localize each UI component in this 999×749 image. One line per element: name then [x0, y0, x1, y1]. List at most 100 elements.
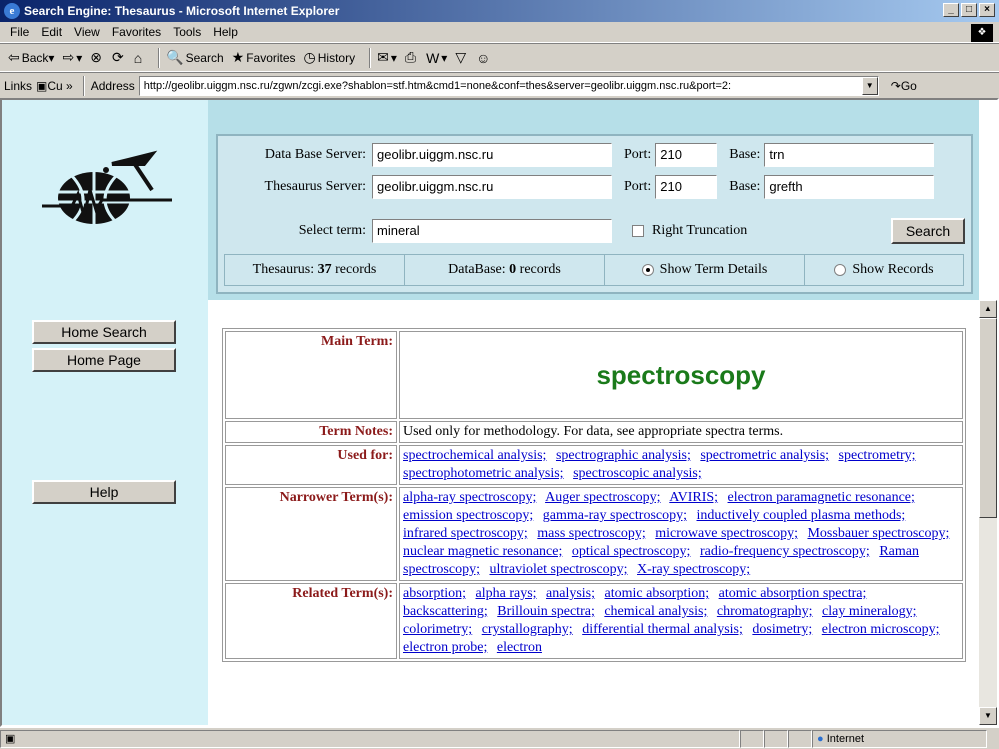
- term-link[interactable]: AVIRIS;: [669, 490, 718, 505]
- term-link[interactable]: X-ray spectroscopy;: [637, 562, 750, 577]
- term-link[interactable]: gamma-ray spectroscopy;: [543, 508, 687, 523]
- show-term-details-radio[interactable]: [641, 264, 654, 276]
- term-link[interactable]: crystallography;: [482, 622, 573, 637]
- term-link[interactable]: analysis;: [546, 586, 595, 601]
- toolbar-separator: [369, 47, 372, 68]
- address-label: Address: [90, 78, 135, 93]
- menu-tools[interactable]: Tools: [173, 25, 201, 39]
- show-records-radio[interactable]: [834, 264, 847, 276]
- term-link[interactable]: electron microscopy;: [822, 622, 940, 637]
- show-term-details-option[interactable]: Show Term Details: [605, 255, 805, 285]
- thesaurus-server-input[interactable]: geolibr.uiggm.nsc.ru: [372, 175, 612, 199]
- refresh-button[interactable]: ⟳: [112, 49, 126, 66]
- status-bar: ▣ ● Internet: [0, 727, 999, 749]
- vertical-scrollbar[interactable]: ▲ ▼: [979, 300, 997, 725]
- maximize-button[interactable]: □: [961, 3, 977, 17]
- status-text: ▣: [0, 729, 740, 748]
- right-truncation-checkbox[interactable]: [632, 225, 644, 237]
- term-link[interactable]: alpha rays;: [476, 586, 537, 601]
- favorites-button[interactable]: ★ Favorites: [232, 49, 296, 66]
- term-link[interactable]: radio-frequency spectroscopy;: [700, 544, 870, 559]
- home-button[interactable]: ⌂: [134, 50, 144, 66]
- term-link[interactable]: dosimetry;: [752, 622, 812, 637]
- used-for-label: Used for:: [225, 445, 397, 485]
- mail-button[interactable]: ✉ ▾: [377, 49, 397, 66]
- minimize-button[interactable]: _: [943, 3, 959, 17]
- main-term-label: Main Term:: [225, 331, 397, 419]
- term-link[interactable]: atomic absorption;: [605, 586, 710, 601]
- term-link[interactable]: spectrophotometric analysis;: [403, 466, 564, 481]
- db-base-input[interactable]: trn: [764, 143, 935, 167]
- term-link[interactable]: spectrochemical analysis;: [403, 448, 546, 463]
- term-link[interactable]: Brillouin spectra;: [497, 604, 595, 619]
- search-button[interactable]: 🔍 Search: [166, 49, 223, 66]
- favorites-icon: ★: [231, 49, 245, 65]
- close-button[interactable]: ×: [979, 3, 995, 17]
- print-button[interactable]: ⎙: [405, 49, 418, 66]
- discuss-button[interactable]: ▽: [455, 49, 468, 66]
- term-link[interactable]: spectrometry;: [839, 448, 916, 463]
- term-link[interactable]: electron probe;: [403, 640, 487, 655]
- main-term-row: Main Term: spectroscopy: [225, 331, 963, 419]
- term-link[interactable]: emission spectroscopy;: [403, 508, 533, 523]
- back-button[interactable]: ⇦ Back ▾: [8, 49, 54, 66]
- term-link[interactable]: colorimetry;: [403, 622, 472, 637]
- url-dropdown-button[interactable]: ▼: [861, 76, 878, 95]
- menu-edit[interactable]: Edit: [41, 25, 62, 39]
- thesaurus-port-input[interactable]: 210: [655, 175, 718, 199]
- help-button[interactable]: Help: [32, 480, 176, 504]
- term-link[interactable]: absorption;: [403, 586, 466, 601]
- messenger-button[interactable]: ☺: [476, 50, 492, 66]
- term-link[interactable]: Mossbauer spectroscopy;: [807, 526, 949, 541]
- term-link[interactable]: chromatography;: [717, 604, 813, 619]
- term-link[interactable]: differential thermal analysis;: [582, 622, 743, 637]
- term-link[interactable]: spectroscopic analysis;: [573, 466, 702, 481]
- term-link[interactable]: ultraviolet spectroscopy;: [489, 562, 627, 577]
- history-button[interactable]: ◷ History: [304, 49, 356, 66]
- menu-favorites[interactable]: Favorites: [112, 25, 161, 39]
- term-link[interactable]: optical spectroscopy;: [572, 544, 691, 559]
- select-term-input[interactable]: mineral: [372, 219, 612, 243]
- home-search-button[interactable]: Home Search: [32, 320, 176, 344]
- left-frame: Home Search Home Page Help: [2, 100, 208, 725]
- menu-view[interactable]: View: [74, 25, 100, 39]
- links-item[interactable]: ▣Cu »: [36, 79, 73, 93]
- menu-help[interactable]: Help: [213, 25, 238, 39]
- forward-button[interactable]: ⇨ ▾: [62, 49, 82, 66]
- term-link[interactable]: inductively coupled plasma methods;: [697, 508, 906, 523]
- term-link[interactable]: spectrographic analysis;: [556, 448, 691, 463]
- thesaurus-base-input[interactable]: grefth: [764, 175, 935, 199]
- search-submit-button[interactable]: Search: [891, 218, 965, 244]
- term-link[interactable]: mass spectroscopy;: [537, 526, 645, 541]
- db-base-label: Base:: [729, 147, 761, 162]
- results-summary-row: Thesaurus: 37 records DataBase: 0 record…: [224, 254, 964, 286]
- show-records-option[interactable]: Show Records: [805, 255, 963, 285]
- home-page-button[interactable]: Home Page: [32, 348, 176, 372]
- term-link[interactable]: backscattering;: [403, 604, 488, 619]
- db-port-input[interactable]: 210: [655, 143, 718, 167]
- scroll-up-button[interactable]: ▲: [979, 300, 997, 318]
- scroll-thumb[interactable]: [979, 318, 997, 518]
- term-link[interactable]: Auger spectroscopy;: [545, 490, 660, 505]
- term-link[interactable]: electron: [497, 640, 542, 655]
- term-link[interactable]: nuclear magnetic resonance;: [403, 544, 562, 559]
- used-for-row: Used for: spectrochemical analysis; spec…: [225, 445, 963, 485]
- related-terms-label: Related Term(s):: [225, 583, 397, 659]
- edit-button[interactable]: W ▾: [426, 50, 447, 66]
- menu-file[interactable]: File: [10, 25, 29, 39]
- term-link[interactable]: spectrometric analysis;: [700, 448, 829, 463]
- term-link[interactable]: alpha-ray spectroscopy;: [403, 490, 536, 505]
- db-server-input[interactable]: geolibr.uiggm.nsc.ru: [372, 143, 612, 167]
- back-arrow-icon: ⇦: [8, 49, 20, 65]
- scroll-down-button[interactable]: ▼: [979, 707, 997, 725]
- go-button[interactable]: ↷Go: [891, 79, 917, 93]
- term-link[interactable]: clay mineralogy;: [822, 604, 916, 619]
- term-link[interactable]: atomic absorption spectra;: [719, 586, 867, 601]
- term-link[interactable]: microwave spectroscopy;: [655, 526, 798, 541]
- term-link[interactable]: chemical analysis;: [604, 604, 707, 619]
- term-link[interactable]: electron paramagnetic resonance;: [728, 490, 915, 505]
- url-field[interactable]: http://geolibr.uiggm.nsc.ru/zgwn/zcgi.ex…: [138, 75, 879, 96]
- links-label[interactable]: Links: [4, 79, 32, 93]
- term-link[interactable]: infrared spectroscopy;: [403, 526, 528, 541]
- stop-button[interactable]: ⊗: [90, 49, 104, 66]
